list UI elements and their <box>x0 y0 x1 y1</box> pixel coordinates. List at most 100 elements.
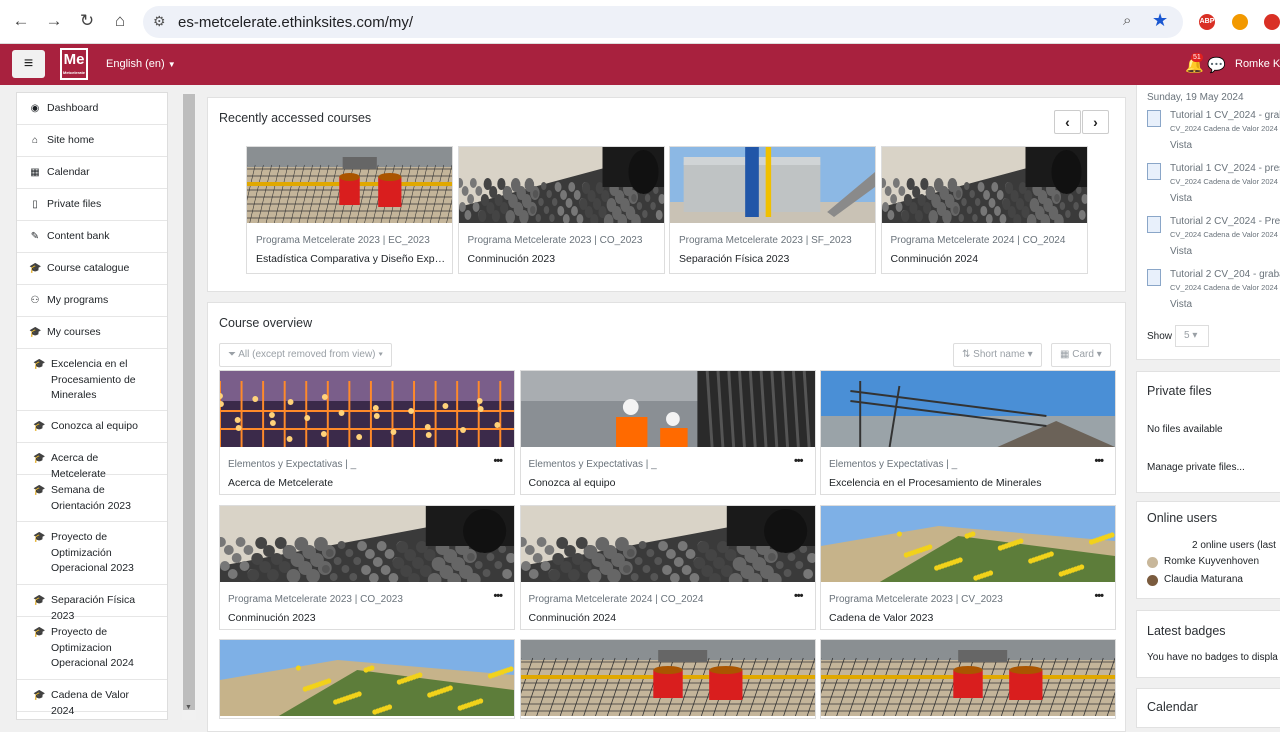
event-course: CV_2024 Cadena de Valor 2024 <box>1170 230 1278 239</box>
course-name-link[interactable]: Cadena de Valor 2023 <box>829 612 933 624</box>
drawer-item[interactable]: 🎓 Excelencia en el Procesamiento de Miner… <box>17 349 167 411</box>
course-image[interactable] <box>458 147 664 223</box>
messages-icon[interactable]: 💬 <box>1207 56 1226 74</box>
extension-icon[interactable] <box>1232 14 1248 30</box>
drawer-item[interactable]: 🎓 Acerca de Metcelerate <box>17 443 167 480</box>
course-actions-menu-icon[interactable]: ••• <box>493 590 503 602</box>
course-image[interactable] <box>821 505 1115 582</box>
event-title-link[interactable]: Tutorial 1 CV_2024 - graba <box>1170 110 1280 121</box>
event-title-link[interactable]: Tutorial 1 CV_2024 - prese <box>1170 163 1280 174</box>
course-card[interactable]: Programa Metcelerate 2024 | CO_2024 Conm… <box>519 504 816 630</box>
drawer-item[interactable]: 🎓 My courses <box>17 317 167 349</box>
event-title-link[interactable]: Tutorial 2 CV_204 - grabac <box>1170 269 1280 280</box>
scroll-down-arrow-icon[interactable]: ▼ <box>185 704 192 711</box>
course-image[interactable] <box>520 505 815 582</box>
event-action-link[interactable]: Vista <box>1170 246 1192 257</box>
course-name-link[interactable]: Conminución 2024 <box>529 612 617 624</box>
drawer-item[interactable]: ✎ Content bank <box>17 221 167 253</box>
event-action-link[interactable]: Vista <box>1170 140 1192 151</box>
previous-button[interactable]: ‹ <box>1054 110 1081 134</box>
course-name-link[interactable]: Conozca al equipo <box>529 477 616 489</box>
course-card[interactable]: Programa Metcelerate 2023 | CV_2023 Cade… <box>820 504 1116 630</box>
course-actions-menu-icon[interactable]: ••• <box>794 590 804 602</box>
drawer-item[interactable]: 🎓 Proyecto de Optimizacion Operacional 20… <box>17 617 167 680</box>
course-name-link[interactable]: Conminución 2023 <box>468 253 658 265</box>
course-image[interactable] <box>520 640 815 716</box>
adblock-extension-icon[interactable]: ABP <box>1199 14 1215 30</box>
grouping-filter-dropdown[interactable]: ⏷ All (except removed from view) ▾ <box>219 343 393 367</box>
course-name-link[interactable]: Excelencia en el Procesamiento de Minera… <box>829 477 1041 489</box>
site-logo[interactable]: Me Metcelerate <box>60 48 88 80</box>
online-user-link[interactable]: Claudia Maturana <box>1164 574 1243 585</box>
timeline-event: Tutorial 2 CV_2024 - Prese CV_2024 Caden… <box>1147 216 1280 264</box>
drawer-item[interactable]: 🎓 Semana de Orientación 2023 <box>17 475 167 522</box>
course-card[interactable]: Elementos y Expectativas | _ Conozca al … <box>519 370 816 495</box>
course-card[interactable]: Elementos y Expectativas | _ Excelencia … <box>820 370 1116 495</box>
view-dropdown[interactable]: ▦ Card ▾ <box>1051 343 1111 367</box>
site-info-icon[interactable]: ⚙ <box>153 13 166 30</box>
recent-course-card[interactable]: Programa Metcelerate 2024 | CO_2024 Conm… <box>880 146 1088 274</box>
drawer-item[interactable]: 🎓 Separación Física 2023 <box>17 585 167 622</box>
address-bar[interactable]: ⚙ es-metcelerate.ethinksites.com/my/ ⌕ ★ <box>143 6 1183 38</box>
course-card[interactable]: Elementos y Expectativas | _ Acerca de M… <box>219 370 515 495</box>
home-icon[interactable]: ⌂ <box>109 10 131 32</box>
drawer-item[interactable]: 🎓 Course catalogue <box>17 253 167 285</box>
course-card[interactable] <box>219 639 515 719</box>
reload-icon[interactable]: ↻ <box>76 10 98 32</box>
course-category: Programa Metcelerate 2023 | CV_2023 <box>829 593 1003 605</box>
course-name-link[interactable]: Conminución 2023 <box>228 612 316 624</box>
course-image[interactable] <box>220 640 514 716</box>
next-button[interactable]: › <box>1082 110 1109 134</box>
course-image[interactable] <box>520 371 815 447</box>
sort-dropdown[interactable]: ⇅ Short name ▾ <box>953 343 1042 367</box>
drawer-item[interactable]: ◉ Dashboard <box>17 93 167 125</box>
drawer-item[interactable]: ⌂ Site home <box>17 125 167 157</box>
drawer-item[interactable]: 🎓 Cadena de Valor 2024 <box>17 680 167 717</box>
course-actions-menu-icon[interactable]: ••• <box>794 455 804 467</box>
url-text[interactable]: es-metcelerate.ethinksites.com/my/ <box>178 14 413 31</box>
course-image[interactable] <box>821 640 1115 716</box>
course-name-link[interactable]: Separación Física 2023 <box>679 253 869 265</box>
user-menu[interactable]: Romke Ku <box>1235 58 1280 70</box>
language-menu[interactable]: English (en) ▼ <box>106 58 176 70</box>
bookmark-star-icon[interactable]: ★ <box>1152 10 1168 31</box>
recent-course-card[interactable]: Programa Metcelerate 2023 | CO_2023 Conm… <box>457 146 665 274</box>
drawer-toggle-button[interactable]: ≡ <box>12 50 45 78</box>
scrollbar-thumb[interactable] <box>183 94 195 710</box>
course-image[interactable] <box>821 371 1115 447</box>
course-card[interactable]: Programa Metcelerate 2023 | CO_2023 Conm… <box>219 504 515 630</box>
online-user-link[interactable]: Romke Kuyvenhoven <box>1164 556 1259 567</box>
drawer-item[interactable]: ⚇ My programs <box>17 285 167 317</box>
event-title-link[interactable]: Tutorial 2 CV_2024 - Prese <box>1170 216 1280 227</box>
course-card[interactable] <box>519 639 816 719</box>
course-actions-menu-icon[interactable]: ••• <box>1094 455 1104 467</box>
drawer-item[interactable]: 🎓 Conozca al equipo <box>17 411 167 443</box>
back-icon[interactable]: ← <box>10 10 32 32</box>
event-action-link[interactable]: Vista <box>1170 299 1192 310</box>
forward-icon[interactable]: → <box>43 10 65 32</box>
course-image[interactable] <box>247 147 452 223</box>
drawer-scrollbar[interactable]: ▼ <box>182 92 196 720</box>
recent-course-card[interactable]: Programa Metcelerate 2023 | EC_2023 Esta… <box>246 146 453 274</box>
extension-icon-2[interactable] <box>1264 14 1280 30</box>
course-image[interactable] <box>220 505 514 582</box>
recent-course-card[interactable]: Programa Metcelerate 2023 | SF_2023 Sepa… <box>669 146 876 274</box>
course-image[interactable] <box>220 371 514 447</box>
course-actions-menu-icon[interactable]: ••• <box>1094 590 1104 602</box>
course-name-link[interactable]: Acerca de Metcelerate <box>228 477 333 489</box>
course-image[interactable] <box>670 147 875 223</box>
course-name-link[interactable]: Conminución 2024 <box>891 253 1081 265</box>
manage-private-files-link[interactable]: Manage private files... <box>1147 462 1245 473</box>
drawer-item[interactable]: ▯ Private files <box>17 189 167 221</box>
drawer-item[interactable]: ▦ Calendar <box>17 157 167 189</box>
latest-badges-title: Latest badges <box>1147 624 1226 638</box>
course-card[interactable] <box>820 639 1116 719</box>
course-image[interactable] <box>881 147 1087 223</box>
event-action-link[interactable]: Vista <box>1170 193 1192 204</box>
drawer-item[interactable]: 🎓 Proyecto de Optimización Operacional 20… <box>17 522 167 585</box>
drawer-item-label: Content bank <box>47 230 110 242</box>
course-actions-menu-icon[interactable]: ••• <box>493 455 503 467</box>
zoom-icon[interactable]: ⌕ <box>1123 12 1131 29</box>
course-name-link[interactable]: Estadística Comparativa y Diseño Experim… <box>256 253 446 265</box>
show-count-select[interactable]: 5 ▾ <box>1175 325 1209 347</box>
